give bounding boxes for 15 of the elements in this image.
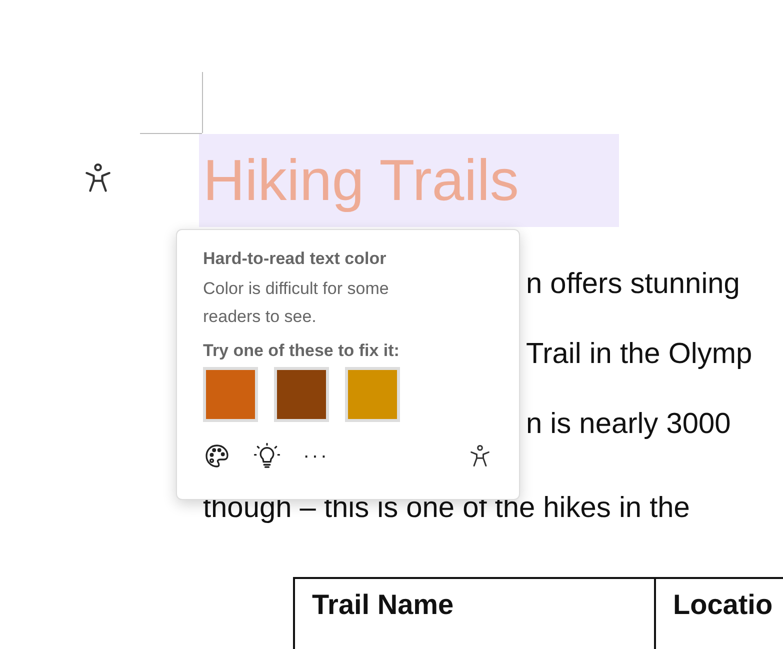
table-header-cell: Trail Name xyxy=(295,579,656,649)
body-text: n offers stunning xyxy=(526,267,740,302)
popup-message: Color is difficult for some readers to see. xyxy=(203,278,390,328)
lightbulb-icon[interactable] xyxy=(253,442,281,470)
body-text: n is nearly 3000 xyxy=(526,407,731,442)
body-text: Trail in the Olymp xyxy=(526,337,752,372)
table-header-cell-text: Locatio xyxy=(672,588,774,622)
color-swatch[interactable] xyxy=(345,367,400,422)
more-button[interactable]: ··· xyxy=(303,444,329,468)
popup-prompt: Try one of these to fix it: xyxy=(203,341,400,361)
color-swatch[interactable] xyxy=(203,367,258,422)
document-title: Hiking Trails xyxy=(203,147,519,214)
popup-heading: Hard-to-read text color xyxy=(203,249,388,269)
color-swatch[interactable] xyxy=(274,367,329,422)
palette-icon[interactable] xyxy=(203,442,231,470)
